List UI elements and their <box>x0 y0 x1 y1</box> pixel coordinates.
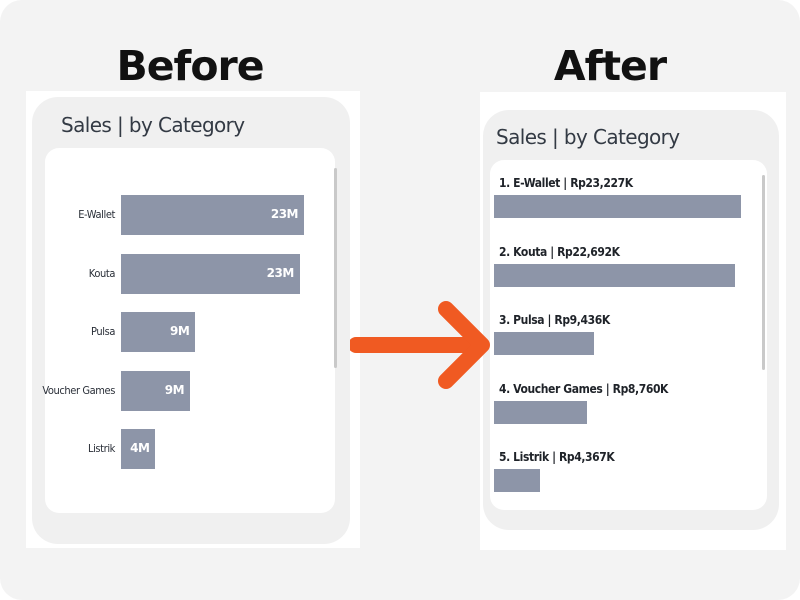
before-category-label: E-Wallet <box>78 208 115 221</box>
after-bar-1[interactable] <box>494 195 741 218</box>
after-category-label: 1. E-Wallet | Rp23,227K <box>499 176 633 190</box>
before-heading: Before <box>116 42 264 90</box>
before-bar-value-label: 4M <box>130 441 150 455</box>
after-heading: After <box>553 42 667 90</box>
comparison-canvas: Before After Sales | by Category E-Walle… <box>0 0 800 600</box>
after-category-label: 2. Kouta | Rp22,692K <box>499 244 620 259</box>
before-chart-title: Sales | by Category <box>61 113 245 137</box>
right-arrow-icon <box>350 301 490 389</box>
before-bar-value-label: 9M <box>164 382 185 397</box>
after-bar-5[interactable] <box>494 469 541 492</box>
after-category-label: 5. Listrik | Rp4,367K <box>499 450 615 464</box>
after-chart-title: Sales | by Category <box>496 125 680 149</box>
after-bar-4[interactable] <box>494 400 588 424</box>
before-category-label: Voucher Games <box>42 383 115 397</box>
before-category-label: Pulsa <box>90 325 115 338</box>
after-category-label: 4. Voucher Games | Rp8,760K <box>499 381 669 396</box>
after-bar-2[interactable] <box>494 263 736 287</box>
before-bar-value-label: 9M <box>170 324 190 338</box>
before-bar-value-label: 23M <box>266 265 295 280</box>
before-category-label: Kouta <box>88 266 116 280</box>
before-bar-value-label: 23M <box>270 207 299 221</box>
before-scrollbar[interactable] <box>334 168 337 368</box>
after-bar-3[interactable] <box>494 332 595 355</box>
after-category-label: 3. Pulsa | Rp9,436K <box>499 313 610 327</box>
after-scrollbar[interactable] <box>762 175 765 370</box>
